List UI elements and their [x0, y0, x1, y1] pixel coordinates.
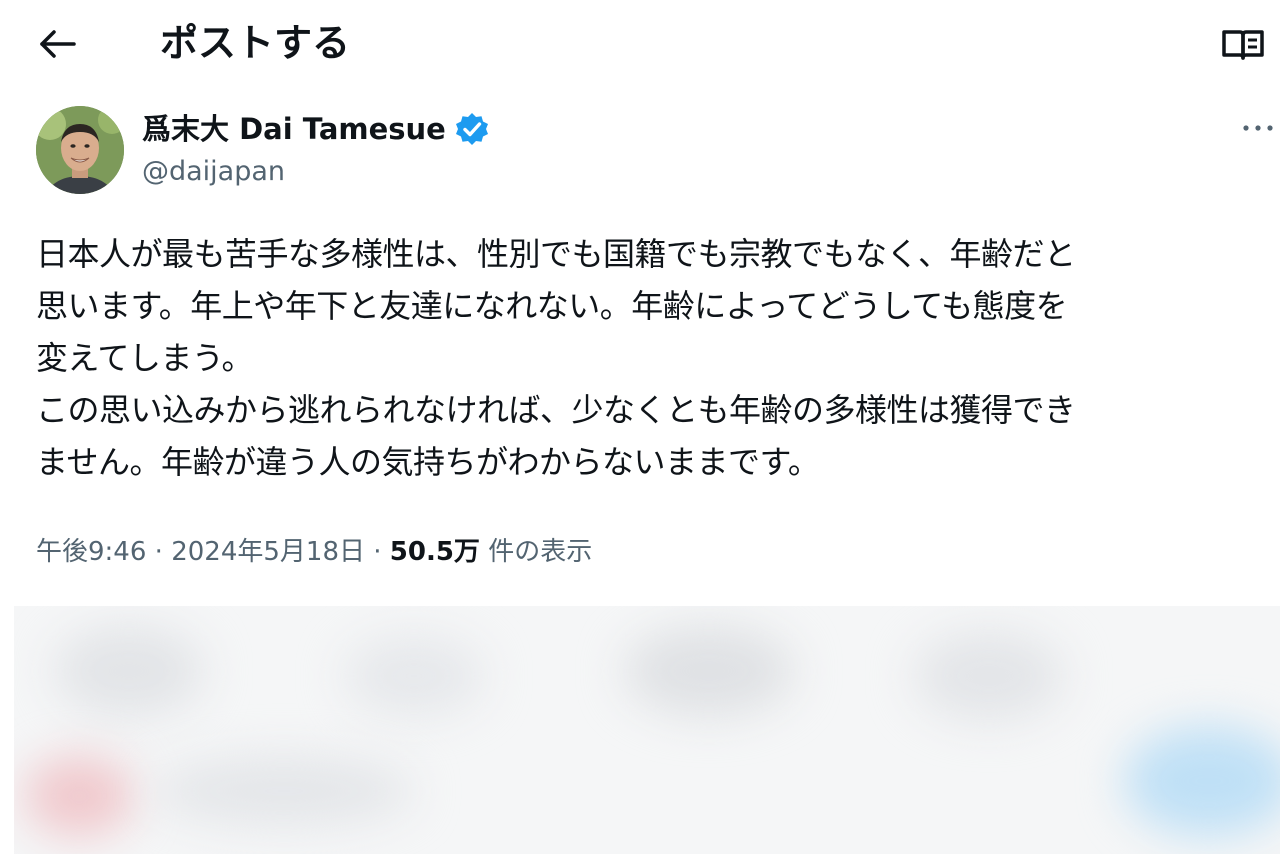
reader-mode-button[interactable] [1218, 24, 1268, 66]
meta-separator: · [154, 537, 163, 567]
book-open-icon [1222, 30, 1264, 60]
meta-separator: · [373, 537, 382, 567]
back-button[interactable] [30, 22, 86, 66]
more-options-button[interactable] [1236, 110, 1280, 146]
post-text-line: この思い込みから逃れられなければ、少なくとも年齢の多様性は獲得でき [36, 391, 1076, 429]
ellipsis-icon [1243, 125, 1273, 131]
post-text-line: 変えてしまう。 [36, 339, 253, 377]
arrow-left-icon [40, 30, 76, 58]
top-bar: ポストする [0, 0, 1280, 90]
avatar[interactable] [36, 106, 124, 194]
author-handle[interactable]: @daijapan [142, 152, 285, 192]
post-text-line: ません。年齢が違う人の気持ちがわからないままです。 [36, 443, 820, 481]
verified-badge-icon[interactable] [454, 111, 490, 147]
post-text-line: 思います。年上や年下と友達になれない。年齢によってどうしても態度を [36, 287, 1068, 325]
avatar-image [36, 106, 124, 194]
post-time[interactable]: 午後9:46 [36, 537, 146, 567]
author-name-row[interactable]: 爲末大 Dai Tamesue [142, 108, 490, 150]
post-metadata: 午後9:46 · 2024年5月18日 · 50.5万 件の表示 [36, 530, 592, 574]
post-date[interactable]: 2024年5月18日 [171, 537, 365, 567]
display-name[interactable]: 爲末大 Dai Tamesue [142, 109, 446, 149]
views-label[interactable]: 件の表示 [488, 537, 592, 567]
page-title: ポストする [160, 21, 351, 65]
post-text: 日本人が最も苦手な多様性は、性別でも国籍でも宗教でもなく、年齢だと 思います。年… [36, 228, 1276, 488]
blurred-engagement-area [14, 606, 1280, 854]
post-text-line: 日本人が最も苦手な多様性は、性別でも国籍でも宗教でもなく、年齢だと [36, 235, 1076, 273]
views-count[interactable]: 50.5万 [390, 537, 480, 567]
